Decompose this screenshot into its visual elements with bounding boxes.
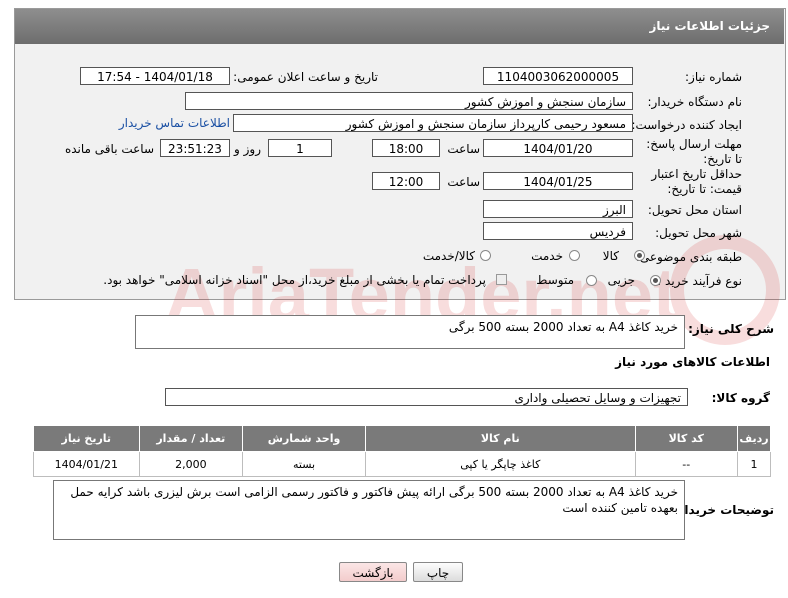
announce-date-field: 1404/01/18 - 17:54 bbox=[80, 67, 230, 85]
buyer-notes-label: توضیحات خریدار: bbox=[672, 503, 774, 517]
process-minor-radio[interactable] bbox=[650, 275, 661, 286]
col-row-number: ردیف bbox=[737, 425, 771, 452]
reply-time-field: 18:00 bbox=[372, 139, 440, 157]
treasury-payment-note: پرداخت تمام یا بخشی از مبلغ خرید،از محل … bbox=[103, 273, 486, 287]
announce-label: تاریخ و ساعت اعلان عمومی: bbox=[233, 70, 378, 84]
category-service-radio[interactable] bbox=[569, 250, 580, 261]
creator-field: مسعود رحیمی کارپرداز سازمان سنجش و اموزش… bbox=[233, 114, 633, 132]
col-need-date: تاریخ نیاز bbox=[33, 425, 140, 452]
cell-quantity: 2,000 bbox=[138, 451, 244, 477]
col-item-name: نام کالا bbox=[365, 425, 636, 452]
days-field: 1 bbox=[268, 139, 332, 157]
goods-table-header-row: ردیف کد کالا نام کالا واحد شمارش تعداد /… bbox=[33, 425, 771, 452]
col-unit: واحد شمارش bbox=[242, 425, 367, 452]
province-field: البرز bbox=[483, 200, 633, 218]
category-goods-service-radio[interactable] bbox=[480, 250, 491, 261]
city-label: شهر محل تحویل: bbox=[655, 226, 742, 240]
goods-group-field: تجهیزات و وسایل تحصیلی واداری bbox=[165, 388, 688, 406]
cell-row-number: 1 bbox=[737, 451, 771, 477]
cell-item-code: -- bbox=[634, 451, 739, 477]
price-validity-label: حداقل تاریخ اعتبار قیمت: تا تاریخ: bbox=[651, 167, 742, 196]
category-goods-label: کالا bbox=[602, 249, 619, 263]
cell-unit: بسته bbox=[242, 451, 367, 477]
panel-title: جزئیات اطلاعات نیاز bbox=[649, 19, 770, 33]
reply-date-field: 1404/01/20 bbox=[483, 139, 633, 157]
days-label: روز و bbox=[234, 142, 261, 156]
category-goods-radio[interactable] bbox=[634, 250, 645, 261]
need-number-label: شماره نیاز: bbox=[685, 70, 742, 84]
category-service-label: خدمت bbox=[531, 249, 563, 263]
process-label: نوع فرآیند خرید : bbox=[657, 274, 742, 288]
city-field: فردیس bbox=[483, 222, 633, 240]
cell-item-name: کاغذ چاپگر یا کپی bbox=[365, 451, 636, 477]
buyer-notes-textarea: خرید کاغذ A4 به تعداد 2000 بسته 500 برگی… bbox=[53, 480, 685, 540]
buyer-org-field: سازمان سنجش و اموزش کشور bbox=[185, 92, 633, 110]
creator-label: ایجاد کننده درخواست: bbox=[631, 118, 742, 132]
reply-time-label: ساعت bbox=[447, 142, 480, 156]
col-quantity: تعداد / مقدار bbox=[138, 425, 244, 452]
process-medium-label: متوسط bbox=[536, 273, 574, 287]
panel-header: جزئیات اطلاعات نیاز bbox=[15, 9, 784, 44]
cell-need-date: 1404/01/21 bbox=[33, 451, 140, 477]
process-medium-radio[interactable] bbox=[586, 275, 597, 286]
need-number-field: 1104003062000005 bbox=[483, 67, 633, 85]
goods-section-title: اطلاعات کالاهای مورد نیاز bbox=[615, 355, 770, 369]
remaining-time-label: ساعت باقی مانده bbox=[64, 142, 154, 156]
price-time-label: ساعت bbox=[447, 175, 480, 189]
print-button[interactable]: چاپ bbox=[413, 562, 463, 582]
reply-deadline-label: مهلت ارسال پاسخ: تا تاریخ: bbox=[646, 137, 742, 166]
contact-info-link[interactable]: اطلاعات تماس خریدار bbox=[119, 116, 230, 130]
goods-table: ردیف کد کالا نام کالا واحد شمارش تعداد /… bbox=[33, 425, 771, 477]
col-item-code: کد کالا bbox=[634, 425, 739, 452]
province-label: استان محل تحویل: bbox=[647, 203, 742, 217]
treasury-payment-checkbox[interactable] bbox=[496, 274, 507, 285]
remaining-time-field: 23:51:23 bbox=[160, 139, 230, 157]
process-minor-label: جزیی bbox=[607, 273, 635, 287]
buyer-org-label: نام دستگاه خریدار: bbox=[647, 95, 743, 109]
price-time-field: 12:00 bbox=[372, 172, 440, 190]
back-button[interactable]: بازگشت bbox=[339, 562, 407, 582]
table-row: 1 -- کاغذ چاپگر یا کپی بسته 2,000 1404/0… bbox=[33, 451, 771, 477]
price-date-field: 1404/01/25 bbox=[483, 172, 633, 190]
description-label: شرح کلی نیاز: bbox=[688, 322, 774, 336]
category-label: طبقه بندی موضوعی: bbox=[635, 250, 742, 264]
goods-group-label: گروه کالا: bbox=[711, 391, 770, 405]
category-goods-service-label: کالا/خدمت bbox=[422, 249, 475, 263]
description-textarea: خرید کاغذ A4 به تعداد 2000 بسته 500 برگی bbox=[135, 315, 685, 349]
